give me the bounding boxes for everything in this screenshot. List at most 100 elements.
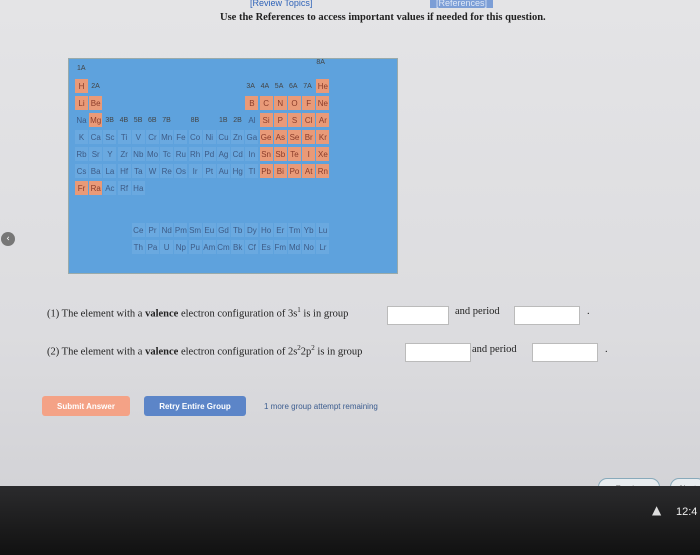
question-1: (1) The element with a valence electron … (47, 306, 348, 320)
taskbar (0, 486, 700, 555)
element-po: Po (288, 164, 301, 178)
element-i: I (302, 147, 316, 161)
element-np: Np (174, 240, 188, 254)
group-label-7b: 7B (162, 117, 171, 124)
q2-period-input[interactable] (532, 343, 598, 362)
element-pb: Pb (259, 164, 273, 178)
element-pm: Pm (174, 223, 188, 237)
element-at: At (302, 164, 316, 178)
review-topics-link[interactable]: [Review Topics] (250, 0, 312, 8)
element-b: B (245, 96, 259, 110)
element-cu: Cu (217, 130, 230, 144)
element-hg: Hg (231, 164, 245, 178)
q2-prefix: (2) The element with a (47, 346, 146, 358)
element-v: V (131, 130, 145, 144)
q1-period-input[interactable] (514, 306, 580, 325)
question-2: (2) The element with a valence electron … (47, 344, 362, 358)
q2-bold: valence (145, 346, 179, 358)
q2-group-input[interactable] (405, 343, 471, 362)
element-bk: Bk (231, 240, 245, 254)
element-cf: Cf (245, 240, 259, 254)
element-o: O (288, 96, 301, 110)
submit-answer-button[interactable]: Submit Answer (42, 396, 130, 416)
element-ni: Ni (202, 130, 216, 144)
element-sc: Sc (103, 130, 117, 144)
element-nd: Nd (160, 223, 174, 237)
element-ra: Ra (89, 181, 103, 195)
element-li: Li (75, 96, 88, 110)
q1-group-input[interactable] (387, 306, 449, 325)
element-es: Es (259, 240, 273, 254)
retry-group-button[interactable]: Retry Entire Group (144, 396, 246, 416)
element-cs: Cs (75, 164, 88, 178)
element-ba: Ba (89, 164, 103, 178)
q1-period-dot: . (587, 306, 590, 317)
element-fr: Fr (75, 181, 88, 195)
element-pr: Pr (146, 223, 159, 237)
element-h: H (75, 79, 88, 93)
wifi-icon: ▲ (652, 503, 662, 517)
element-cr: Cr (146, 130, 159, 144)
group-label-2a: 2A (91, 83, 100, 90)
element-nb: Nb (131, 147, 145, 161)
taskbar-clock: 12:4 (676, 506, 698, 518)
element-fm: Fm (273, 240, 287, 254)
collapse-left-icon[interactable]: ‹ (1, 232, 15, 246)
references-link[interactable]: [References] (430, 0, 494, 8)
element-tm: Tm (288, 223, 301, 237)
attempts-remaining-text: 1 more group attempt remaining (264, 402, 378, 411)
group-label-8a: 8A (316, 59, 325, 66)
element-rf: Rf (117, 181, 131, 195)
element-u: U (160, 240, 174, 254)
element-ag: Ag (217, 147, 230, 161)
element-sn: Sn (259, 147, 273, 161)
element-ir: Ir (188, 164, 202, 178)
element-be: Be (89, 96, 103, 110)
q2-mid2: 2p (300, 346, 312, 358)
element-ha: Ha (131, 181, 145, 195)
element-si: Si (259, 113, 273, 127)
element-tc: Tc (160, 147, 174, 161)
element-ar: Ar (316, 113, 330, 127)
group-label-5a: 5A (274, 83, 284, 90)
element-fe: Fe (174, 130, 188, 144)
element-tl: Tl (245, 164, 259, 178)
element-pt: Pt (202, 164, 216, 178)
group-label-6a: 6A (289, 83, 298, 90)
group-label-3a: 3A (246, 83, 255, 90)
element-ga: Ga (245, 130, 259, 144)
element-md: Md (288, 240, 301, 254)
element-yb: Yb (302, 223, 316, 237)
element-pa: Pa (146, 240, 159, 254)
element-hf: Hf (117, 164, 131, 178)
element-y: Y (103, 147, 117, 161)
element-ti: Ti (117, 130, 131, 144)
element-n: N (273, 96, 287, 110)
element-rn: Rn (316, 164, 330, 178)
element-zn: Zn (231, 130, 245, 144)
element-ne: Ne (316, 96, 330, 110)
element-zr: Zr (117, 147, 131, 161)
element-ce: Ce (131, 223, 145, 237)
element-c: C (259, 96, 273, 110)
element-te: Te (288, 147, 301, 161)
q2-and-period: and period (472, 344, 517, 355)
group-label-7a: 7A (303, 83, 312, 90)
element-no: No (302, 240, 316, 254)
element-ta: Ta (131, 164, 145, 178)
element-kr: Kr (316, 130, 330, 144)
element-as: As (273, 130, 287, 144)
element-mo: Mo (146, 147, 159, 161)
element-au: Au (217, 164, 230, 178)
element-pd: Pd (202, 147, 216, 161)
element-mg: Mg (89, 113, 103, 127)
q2-period-dot: . (605, 344, 608, 355)
element-ru: Ru (174, 147, 188, 161)
element-al: Al (245, 113, 259, 127)
element-re: Re (160, 164, 174, 178)
element-lr: Lr (316, 240, 330, 254)
q1-suffix: is in group (300, 308, 349, 320)
instruction-text: Use the References to access important v… (220, 12, 546, 23)
group-label-1a: 1A (77, 65, 86, 72)
element-rh: Rh (188, 147, 202, 161)
